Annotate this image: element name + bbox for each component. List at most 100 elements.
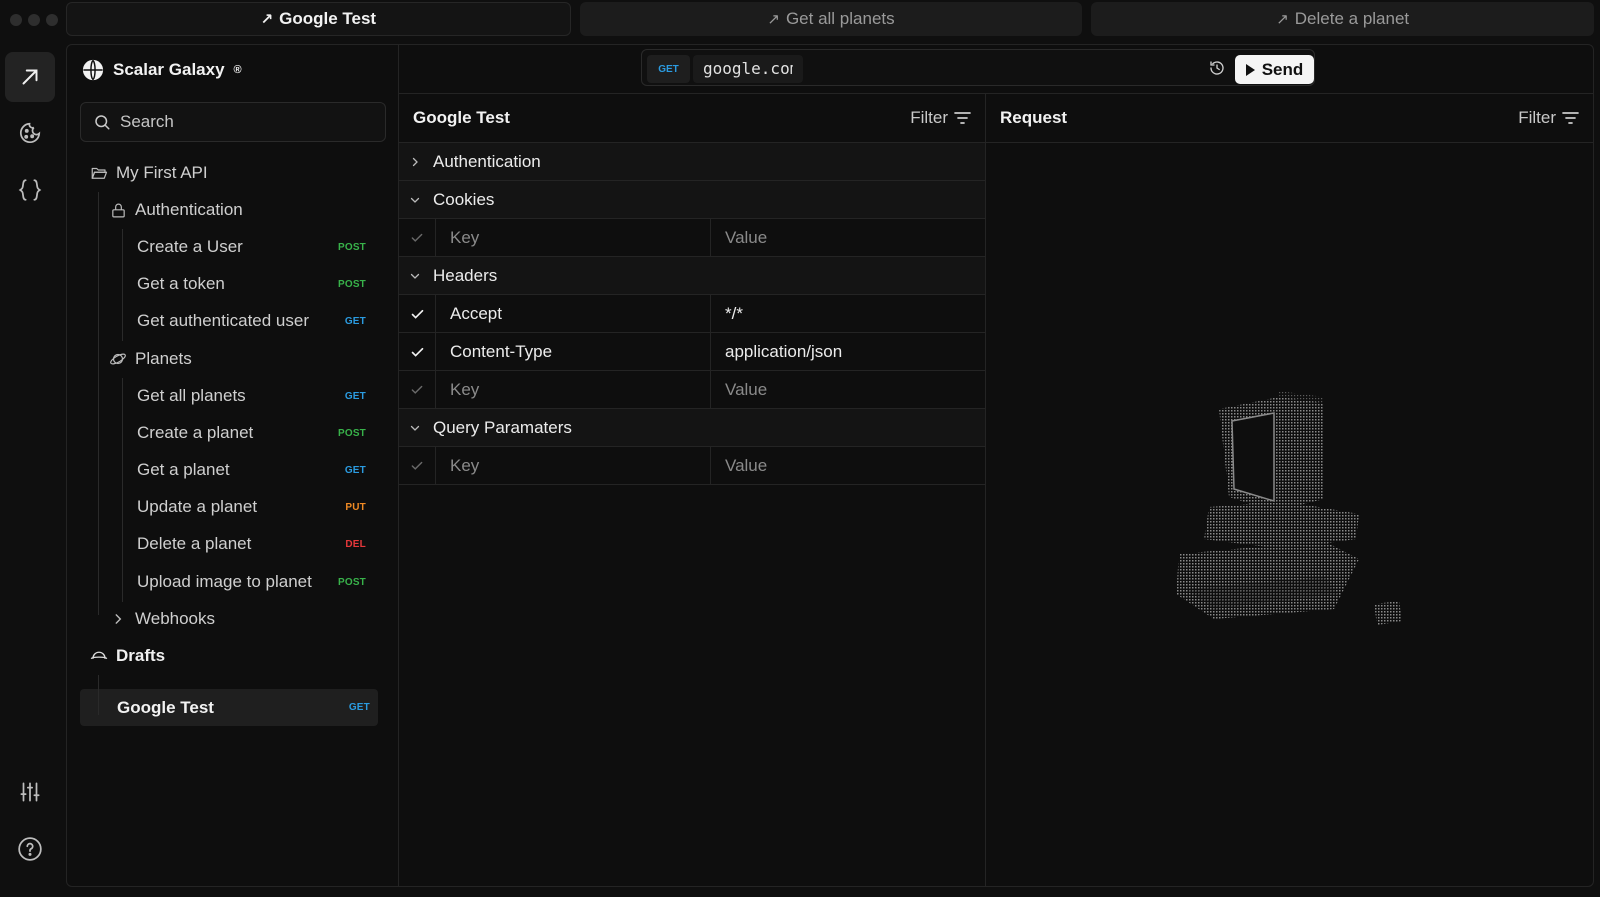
folder-label: Webhooks [135,609,216,628]
value-field[interactable]: Value [711,447,985,485]
query-row-empty: Key Value [399,447,985,485]
cookie-icon[interactable] [5,108,55,158]
search-box[interactable] [80,102,386,142]
folder-open-icon [89,163,109,183]
sidebar-item-get-all-planets[interactable]: Get all planets GET [122,377,369,415]
method-badge: GET [344,464,366,476]
method-badge: POST [337,576,366,588]
section-authentication[interactable]: Authentication [399,143,985,181]
sidebar-item-update-a-planet[interactable]: Update a planet PUT [122,488,369,526]
collection-my-first-api[interactable]: My First API [89,154,208,192]
key-field[interactable]: Key [436,219,711,257]
check-icon [411,461,423,470]
history-icon[interactable] [1208,59,1226,77]
value-field[interactable]: */* [711,295,985,333]
method-badge: POST [337,427,366,439]
sidebar-item-create-a-user[interactable]: Create a User POST [122,228,369,266]
sidebar-item-get-a-token[interactable]: Get a token POST [122,265,369,303]
sidebar-item-get-a-planet[interactable]: Get a planet GET [122,451,369,489]
minimize-dot[interactable] [28,14,40,26]
cookie-row-empty: Key Value [399,219,985,257]
section-cookies[interactable]: Cookies [399,181,985,219]
close-dot[interactable] [10,14,22,26]
main-frame: Scalar Galaxy ® My First API Authenticati… [66,44,1594,887]
folder-label: Authentication [135,200,243,219]
sidebar-item-get-authenticated-user[interactable]: Get authenticated user GET [122,302,369,340]
folder-planets[interactable]: Planets [108,340,192,378]
braces-icon[interactable] [5,165,55,215]
method-badge: POST [337,241,366,253]
key-field[interactable]: Key [436,447,711,485]
brand-mark: ® [233,64,242,76]
filter-icon [1562,112,1579,124]
folder-webhooks[interactable]: Webhooks [108,600,215,638]
window-controls [10,14,58,26]
chevron-right-icon [108,609,128,629]
tab-bar: ↗ Google Test ↗ Get all planets ↗ Delete… [66,2,1595,36]
tab-label: Delete a planet [1294,9,1410,28]
maximize-dot[interactable] [46,14,58,26]
row-checkbox[interactable] [399,447,436,485]
sidebar: Scalar Galaxy ® My First API Authenticati… [67,45,399,886]
play-icon [1245,63,1255,76]
value-field[interactable]: Value [711,371,985,409]
request-arrow-icon[interactable] [5,52,55,102]
folder-authentication[interactable]: Authentication [108,191,243,229]
row-checkbox[interactable] [399,333,436,371]
send-button[interactable]: Send [1235,55,1314,84]
tree-guide [98,675,99,715]
value-field[interactable]: application/json [711,333,985,371]
request-header: Google Test Filter [399,94,985,143]
planet-icon [108,349,128,369]
url-input[interactable] [693,55,803,83]
globe-icon [82,59,104,81]
tab-label: Google Test [279,9,377,28]
check-icon [411,385,423,394]
address-bar: GET Send [641,49,1315,86]
filter-label: Filter [1518,108,1556,127]
key-field[interactable]: Accept [436,295,711,333]
folder-label: Planets [135,349,192,368]
sidebar-item-create-a-planet[interactable]: Create a planet POST [122,414,369,452]
endpoint-label: Google Test [117,697,214,717]
arrow-up-right-icon: ↗ [1276,11,1289,28]
sidebar-item-delete-a-planet[interactable]: Delete a planet DEL [122,525,369,563]
key-field[interactable]: Key [436,371,711,409]
tab-google-test[interactable]: ↗ Google Test [66,2,571,36]
icon-rail [0,44,60,897]
endpoint-label: Upload image to planet [137,572,312,591]
help-icon[interactable] [5,824,55,874]
row-checkbox[interactable] [399,295,436,333]
header-row-empty: Key Value [399,371,985,409]
method-badge: GET [344,390,366,402]
row-checkbox[interactable] [399,219,436,257]
chevron-right-icon [409,156,427,168]
section-headers[interactable]: Headers [399,257,985,295]
tab-delete-a-planet[interactable]: ↗ Delete a planet [1091,2,1595,36]
arrow-up-right-icon: ↗ [260,11,274,28]
request-title: Google Test [413,108,510,127]
chevron-down-icon [409,270,427,282]
check-icon [411,233,423,242]
chevron-down-icon [409,194,427,206]
sidebar-item-google-test[interactable]: Google Test GET [104,689,370,726]
tab-get-all-planets[interactable]: ↗ Get all planets [579,2,1083,36]
key-field[interactable]: Content-Type [436,333,711,371]
collection-drafts[interactable]: Drafts [89,637,165,675]
section-label: Query Paramaters [433,417,572,437]
filter-button[interactable]: Filter [910,108,971,128]
sliders-icon[interactable] [5,767,55,817]
method-badge: POST [337,278,366,290]
workspace-brand[interactable]: Scalar Galaxy ® [82,59,242,81]
endpoint-label: Get all planets [137,386,246,405]
http-method-select[interactable]: GET [647,55,690,83]
row-checkbox[interactable] [399,371,436,409]
value-field[interactable]: Value [711,219,985,257]
sidebar-item-upload-image-to-planet[interactable]: Upload image to planet POST [122,563,369,601]
header-row-content-type: Content-Type application/json [399,333,985,371]
search-input[interactable] [120,112,370,132]
section-label: Headers [433,265,498,285]
filter-button[interactable]: Filter [1518,108,1579,128]
request-pane: Google Test Filter Authentication Cookie… [399,93,986,886]
section-query-parameters[interactable]: Query Paramaters [399,409,985,447]
